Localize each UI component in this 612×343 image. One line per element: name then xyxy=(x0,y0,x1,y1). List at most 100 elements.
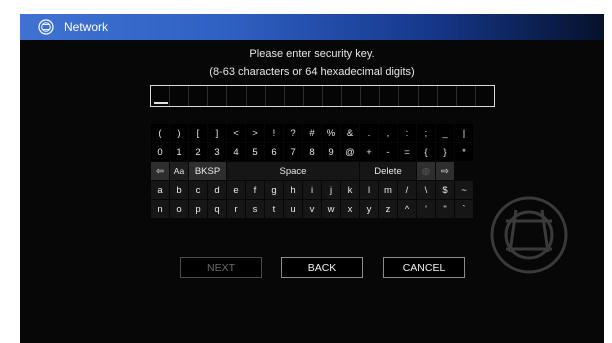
keyboard-key[interactable]: o xyxy=(170,200,188,218)
keyboard-key[interactable]: / xyxy=(398,181,416,199)
keyboard-key[interactable]: 4 xyxy=(227,143,245,161)
key-input-cell xyxy=(285,86,304,106)
key-input-cell xyxy=(380,86,400,106)
keyboard-key[interactable]: ; xyxy=(417,124,435,142)
keyboard-key[interactable]: p xyxy=(189,200,207,218)
keyboard-key[interactable]: # xyxy=(303,124,321,142)
keyboard-key[interactable]: . xyxy=(360,124,378,142)
key-input-cells xyxy=(151,86,494,106)
keyboard-key[interactable]: * xyxy=(455,143,473,161)
keyboard-key[interactable]: ' xyxy=(417,200,435,218)
keyboard-row-letters-2: n o p q r s t u v w x y z ^ ' " ` xyxy=(151,200,493,218)
keyboard-key[interactable]: 3 xyxy=(208,143,226,161)
keyboard-key[interactable]: 6 xyxy=(265,143,283,161)
keyboard-key[interactable]: ] xyxy=(208,124,226,142)
keyboard-key[interactable]: 0 xyxy=(151,143,169,161)
keyboard-key[interactable]: \ xyxy=(417,181,435,199)
keyboard-key[interactable]: 9 xyxy=(322,143,340,161)
keyboard-key[interactable]: | xyxy=(455,124,473,142)
keyboard-key[interactable]: ! xyxy=(265,124,283,142)
key-input-cell xyxy=(457,86,476,106)
space-key[interactable]: Space xyxy=(227,162,359,180)
keyboard-key[interactable]: t xyxy=(265,200,283,218)
keyboard-key[interactable]: b xyxy=(170,181,188,199)
key-input-cell xyxy=(247,86,266,106)
keyboard-key[interactable]: ( xyxy=(151,124,169,142)
cancel-button[interactable]: CANCEL xyxy=(383,257,465,278)
keyboard-key[interactable]: e xyxy=(227,181,245,199)
key-input-cell xyxy=(266,86,285,106)
keyboard-key[interactable]: ) xyxy=(170,124,188,142)
keyboard-key[interactable]: - xyxy=(379,143,397,161)
security-key-input[interactable] xyxy=(150,85,495,107)
keyboard-key[interactable]: f xyxy=(246,181,264,199)
keyboard-key[interactable]: 2 xyxy=(189,143,207,161)
keyboard-key[interactable]: ` xyxy=(455,200,473,218)
page-title: Network xyxy=(64,20,109,34)
keyboard-key[interactable]: 7 xyxy=(284,143,302,161)
keyboard-key[interactable]: , xyxy=(379,124,397,142)
keyboard-key[interactable]: h xyxy=(284,181,302,199)
keyboard-key[interactable]: % xyxy=(322,124,340,142)
keyboard-key[interactable]: n xyxy=(151,200,169,218)
keyboard-key[interactable]: a xyxy=(151,181,169,199)
keyboard-key[interactable]: < xyxy=(227,124,245,142)
keyboard-row-symbols: ()[] < >!? #% &.,:; _ | xyxy=(151,124,493,142)
on-screen-keyboard: ()[] < >!? #% &.,:; _ | 0 1 2 3 4 5 6 7 8 9 @ + - ={} * ⇦ Aa… xyxy=(151,124,493,219)
keyboard-key[interactable]: y xyxy=(360,200,378,218)
keyboard-key[interactable]: g xyxy=(265,181,283,199)
keyboard-key[interactable]: ~ xyxy=(455,181,473,199)
keyboard-key[interactable]: _ xyxy=(436,124,454,142)
key-input-cell xyxy=(476,86,494,106)
key-input-cell xyxy=(419,86,438,106)
network-globe-icon xyxy=(38,19,54,35)
next-button: NEXT xyxy=(180,257,262,278)
keyboard-key[interactable]: ^ xyxy=(398,200,416,218)
keyboard-key[interactable]: m xyxy=(379,181,397,199)
keyboard-key[interactable]: @ xyxy=(341,143,359,161)
key-input-cell xyxy=(438,86,457,106)
key-input-cell xyxy=(399,86,419,106)
keyboard-key[interactable]: z xyxy=(379,200,397,218)
network-screen: Network Please enter security key. (8 - 6 3… xyxy=(20,14,604,343)
keyboard-key[interactable]: { xyxy=(417,143,435,161)
keyboard-key[interactable]: j xyxy=(322,181,340,199)
keyboard-key[interactable]: $ xyxy=(436,181,454,199)
keyboard-key[interactable]: s xyxy=(246,200,264,218)
keyboard-key[interactable]: = xyxy=(398,143,416,161)
delete-key[interactable]: Delete xyxy=(360,162,416,180)
title-bar: Network xyxy=(20,14,604,40)
key-input-cell xyxy=(323,86,343,106)
keyboard-key[interactable]: k xyxy=(341,181,359,199)
keyboard-key[interactable]: 5 xyxy=(246,143,264,161)
keyboard-key[interactable]: } xyxy=(436,143,454,161)
case-toggle-key[interactable]: Aa xyxy=(170,162,188,180)
keyboard-key[interactable]: 8 xyxy=(303,143,321,161)
key-input-cell xyxy=(304,86,323,106)
keyboard-key[interactable]: ? xyxy=(284,124,302,142)
instruction-line-1: Please enter security key. xyxy=(249,48,375,60)
keyboard-key[interactable]: u xyxy=(284,200,302,218)
keyboard-row-functions: ⇦ Aa BKSP Space Delete ◍ ⇨ xyxy=(151,162,493,180)
key-input-cell xyxy=(208,86,228,106)
keyboard-key[interactable]: d xyxy=(208,181,226,199)
keyboard-key[interactable]: [ xyxy=(189,124,207,142)
keyboard-key[interactable]: v xyxy=(303,200,321,218)
keyboard-key[interactable]: > xyxy=(246,124,264,142)
cursor-left-key[interactable]: ⇦ xyxy=(151,162,169,180)
keyboard-key[interactable]: " xyxy=(436,200,454,218)
keyboard-key[interactable]: : xyxy=(398,124,416,142)
keyboard-key[interactable]: c xyxy=(189,181,207,199)
keyboard-key[interactable]: i xyxy=(303,181,321,199)
keyboard-key[interactable]: r xyxy=(227,200,245,218)
keyboard-key[interactable]: w xyxy=(322,200,340,218)
keyboard-key[interactable]: & xyxy=(341,124,359,142)
back-button[interactable]: BACK xyxy=(281,257,363,278)
keyboard-key[interactable]: + xyxy=(360,143,378,161)
keyboard-key[interactable]: x xyxy=(341,200,359,218)
cursor-right-key[interactable]: ⇨ xyxy=(436,162,454,180)
backspace-key[interactable]: BKSP xyxy=(189,162,226,180)
keyboard-key[interactable]: 1 xyxy=(170,143,188,161)
keyboard-key[interactable]: q xyxy=(208,200,226,218)
keyboard-key[interactable]: l xyxy=(360,181,378,199)
